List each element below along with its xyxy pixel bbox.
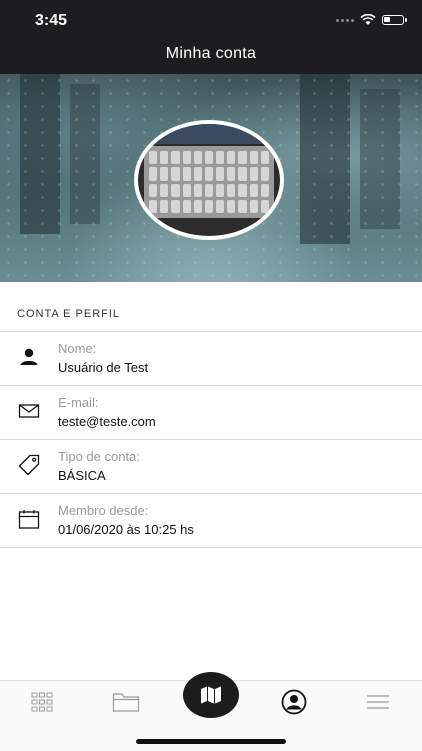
profile-icon (281, 689, 307, 715)
person-icon (20, 348, 38, 365)
tab-profile[interactable] (274, 689, 314, 715)
top-bar: 3:45 Minha conta (0, 0, 422, 74)
map-icon (201, 686, 221, 704)
envelope-icon (18, 404, 40, 418)
row-value: teste@teste.com (58, 414, 156, 429)
profile-row-account-type: Tipo de conta: BÁSICA (0, 440, 422, 494)
tab-map-button[interactable] (183, 672, 239, 718)
row-value: Usuário de Test (58, 360, 149, 375)
wifi-icon (360, 14, 376, 25)
profile-row-name: Nome: Usuário de Test (0, 332, 422, 386)
row-label: Tipo de conta: (58, 449, 140, 464)
grid-icon (31, 692, 53, 712)
section-title: CONTA E PERFIL (17, 308, 121, 320)
row-label: E-mail: (58, 395, 99, 410)
tag-icon (18, 454, 40, 476)
status-time: 3:45 (35, 12, 68, 29)
row-value: BÁSICA (58, 468, 106, 483)
calendar-icon (18, 510, 40, 529)
signal-icon (336, 18, 354, 22)
tab-folder[interactable] (106, 689, 146, 715)
row-label: Nome: (58, 341, 97, 356)
profile-row-member-since: Membro desde: 01/06/2020 às 10:25 hs (0, 494, 422, 548)
home-indicator (136, 739, 286, 744)
folder-icon (112, 693, 140, 712)
row-value: 01/06/2020 às 10:25 hs (58, 522, 194, 537)
avatar[interactable] (134, 120, 284, 240)
profile-row-email: E-mail: teste@teste.com (0, 386, 422, 440)
tab-grid[interactable] (22, 689, 62, 715)
menu-icon (367, 695, 389, 709)
divider (0, 547, 422, 548)
page-title: Minha conta (165, 45, 257, 62)
tab-menu[interactable] (358, 689, 398, 715)
row-label: Membro desde: (58, 503, 149, 518)
status-icons (336, 14, 407, 26)
battery-icon (382, 15, 407, 25)
